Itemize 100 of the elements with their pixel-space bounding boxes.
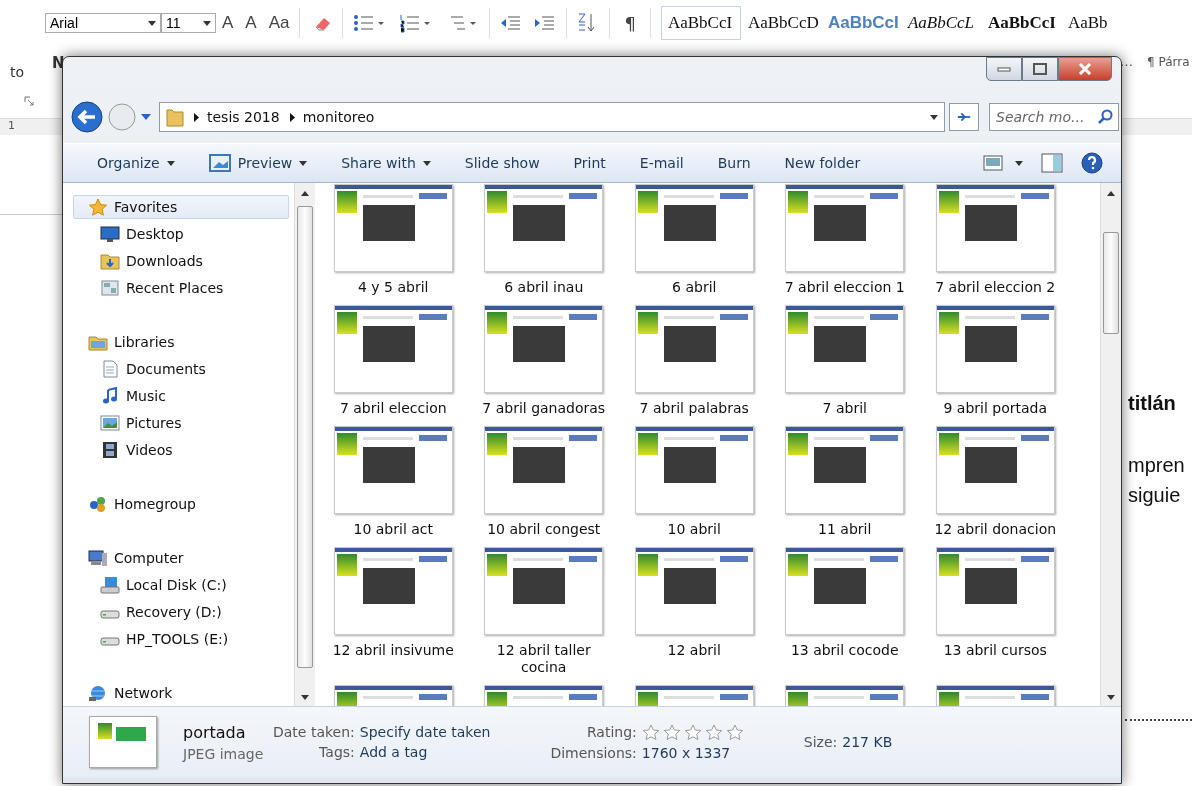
style-option[interactable]: AaBb: [1060, 6, 1141, 40]
star-rating[interactable]: [641, 723, 744, 741]
toolbar-button[interactable]: Print: [565, 151, 614, 175]
file-name[interactable]: 12 abril taller cocina: [473, 642, 614, 676]
detail-value[interactable]: 217 KB: [842, 734, 893, 750]
grow-font-button[interactable]: A: [216, 13, 240, 33]
style-option[interactable]: AaBbCcL: [900, 6, 981, 40]
thumbnail-image[interactable]: [785, 305, 905, 393]
thumbnail-image[interactable]: [935, 547, 1055, 635]
style-option[interactable]: AaBbCcI: [660, 6, 741, 40]
toolbar-button[interactable]: Preview: [200, 150, 316, 176]
nav-item[interactable]: Favorites: [73, 195, 289, 219]
file-name[interactable]: 12 abril insivume: [323, 642, 464, 659]
file-name[interactable]: 11 abril: [774, 521, 915, 538]
toolbar-button[interactable]: Burn: [709, 151, 759, 175]
toolbar-button[interactable]: E-mail: [631, 151, 692, 175]
thumbnail-image[interactable]: [785, 426, 905, 514]
minimize-button[interactable]: [986, 57, 1022, 81]
detail-value[interactable]: Add a tag: [359, 744, 491, 761]
maximize-button[interactable]: [1022, 57, 1058, 81]
font-size-field[interactable]: 11: [161, 13, 216, 33]
thumbnail-image[interactable]: [785, 547, 905, 635]
style-option[interactable]: AaBbCcI: [820, 6, 901, 40]
thumbnail-image[interactable]: [333, 426, 453, 514]
nav-item[interactable]: Network: [73, 681, 289, 705]
thumbnail-image[interactable]: [484, 305, 604, 393]
scroll-thumb[interactable]: [297, 206, 313, 668]
nav-item[interactable]: Local Disk (C:): [73, 573, 289, 597]
nav-item[interactable]: Music: [73, 384, 289, 408]
file-name[interactable]: 12 abril donacion: [925, 521, 1066, 538]
file-name[interactable]: 10 abril congest: [473, 521, 614, 538]
file-name[interactable]: 7 abril eleccion: [323, 400, 464, 417]
preview-pane-button[interactable]: [1041, 153, 1063, 173]
change-case-button[interactable]: Aa: [262, 13, 296, 33]
nav-item[interactable]: Recent Places: [73, 276, 289, 300]
breadcrumb-item[interactable]: monitoreo: [289, 109, 375, 125]
file-name[interactable]: 7 abril eleccion 1: [774, 279, 915, 296]
detail-value[interactable]: Specify date taken: [359, 723, 491, 740]
thumbnail-image[interactable]: [634, 547, 754, 635]
file-name[interactable]: 13 abril cursos: [925, 642, 1066, 659]
scroll-down-icon[interactable]: [301, 695, 309, 700]
file-name[interactable]: 6 abril inau: [473, 279, 614, 296]
nav-item[interactable]: Videos: [73, 438, 289, 462]
thumbnail-image[interactable]: [634, 426, 754, 514]
file-name[interactable]: 7 abril ganadoras: [473, 400, 614, 417]
style-option[interactable]: AaBbCcD: [740, 6, 821, 40]
file-name[interactable]: 12 abril: [624, 642, 765, 659]
thumbnail-image[interactable]: [484, 426, 604, 514]
toolbar-button[interactable]: Share with: [333, 151, 439, 175]
file-name[interactable]: 7 abril eleccion 2: [925, 279, 1066, 296]
help-button[interactable]: [1081, 152, 1103, 174]
toolbar-button[interactable]: Slide show: [456, 151, 548, 175]
nav-item[interactable]: Libraries: [73, 330, 289, 354]
font-name-field[interactable]: Arial: [45, 13, 161, 33]
thumbnail-image[interactable]: [333, 547, 453, 635]
thumbnail-image[interactable]: [484, 184, 604, 272]
view-options-button[interactable]: [983, 155, 1023, 171]
refresh-button[interactable]: [949, 103, 979, 131]
thumbnail-image[interactable]: [484, 547, 604, 635]
search-field[interactable]: Search mo...: [989, 103, 1119, 131]
detail-value[interactable]: 1760 x 1337: [641, 744, 744, 761]
history-dropdown[interactable]: [141, 114, 151, 120]
close-button[interactable]: [1058, 57, 1112, 81]
scroll-up-icon[interactable]: [301, 191, 309, 196]
breadcrumb-item[interactable]: tesis 2018: [194, 109, 280, 125]
thumbnail-image[interactable]: [634, 305, 754, 393]
file-name[interactable]: 10 abril act: [323, 521, 464, 538]
file-name[interactable]: 10 abril: [624, 521, 765, 538]
scrollbar[interactable]: [1100, 183, 1121, 706]
nav-item[interactable]: Downloads: [73, 249, 289, 273]
shrink-font-button[interactable]: A: [239, 13, 263, 33]
increase-indent-icon[interactable]: [534, 13, 557, 33]
file-name[interactable]: 7 abril: [774, 400, 915, 417]
file-name[interactable]: 7 abril palabras: [624, 400, 765, 417]
scrollbar[interactable]: [294, 183, 315, 706]
thumbnail-image[interactable]: [935, 305, 1055, 393]
file-name[interactable]: 13 abril cocode: [774, 642, 915, 659]
scroll-up-icon[interactable]: [1107, 191, 1115, 196]
back-button[interactable]: [71, 101, 103, 133]
thumbnail-image[interactable]: [935, 184, 1055, 272]
address-bar[interactable]: tesis 2018 monitoreo: [159, 102, 945, 132]
thumbnail-image[interactable]: [333, 184, 453, 272]
file-name[interactable]: 6 abril: [624, 279, 765, 296]
show-formatting-button[interactable]: ¶: [614, 12, 646, 34]
nav-item[interactable]: Homegroup: [73, 492, 289, 516]
nav-item[interactable]: Desktop: [73, 222, 289, 246]
nav-item[interactable]: Pictures: [73, 411, 289, 435]
thumbnail-image[interactable]: [785, 184, 905, 272]
thumbnail-image[interactable]: [634, 184, 754, 272]
nav-item[interactable]: HP_TOOLS (E:): [73, 627, 289, 651]
nav-item[interactable]: Documents: [73, 357, 289, 381]
file-name[interactable]: 4 y 5 abril: [323, 279, 464, 296]
decrease-indent-icon[interactable]: [500, 13, 523, 33]
thumbnail-image[interactable]: [935, 426, 1055, 514]
scroll-thumb[interactable]: [1103, 232, 1119, 334]
nav-item[interactable]: Computer: [73, 546, 289, 570]
file-name[interactable]: 9 abril portada: [925, 400, 1066, 417]
dialog-launcher-icon[interactable]: [24, 96, 34, 106]
style-option[interactable]: AaBbCcI: [980, 6, 1061, 40]
nav-item[interactable]: Recovery (D:): [73, 600, 289, 624]
